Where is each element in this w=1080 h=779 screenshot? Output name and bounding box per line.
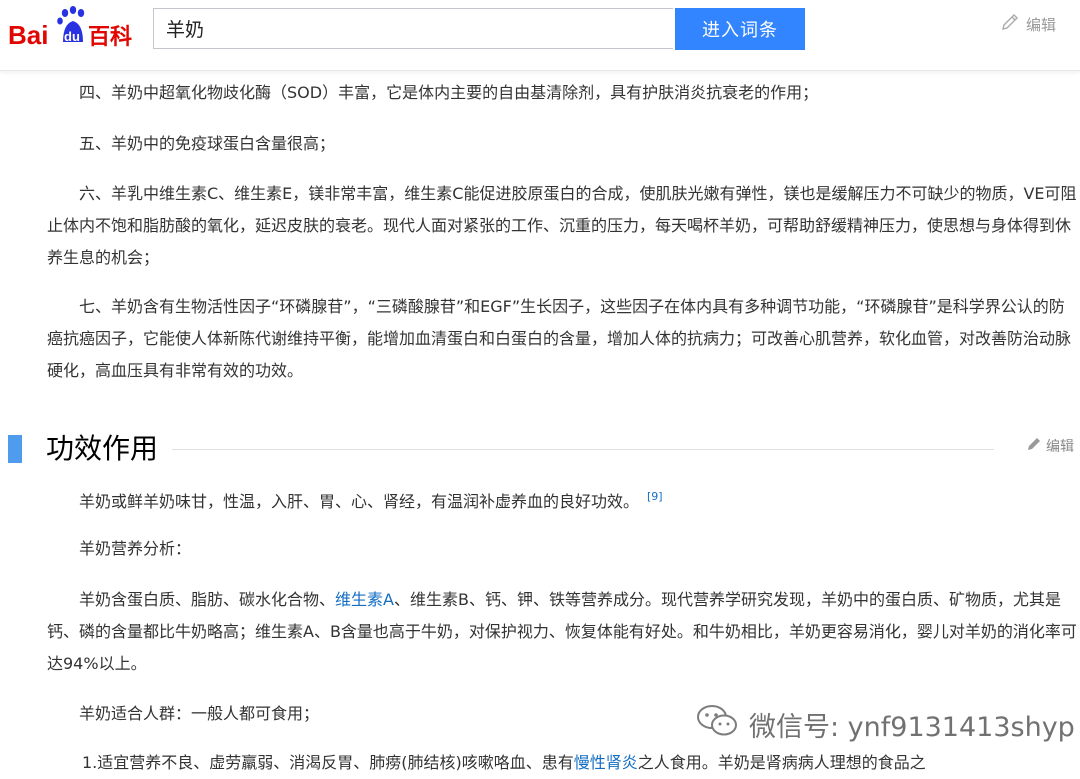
section-divider (172, 449, 994, 450)
search-input[interactable] (153, 8, 673, 49)
section-paragraph-1-text: 羊奶或鲜羊奶味甘，性温，入肝、胃、心、肾经，有温润补虚养血的良好功效。 (79, 492, 640, 511)
enter-entry-button[interactable]: 进入词条 (675, 8, 805, 50)
logo-baike: 百科 (88, 25, 132, 50)
section-title: 功效作用 (46, 432, 159, 465)
section-edit-label: 编辑 (1046, 439, 1074, 455)
watermark-text: 微信号: ynf9131413shyp (749, 711, 1075, 743)
p5-text-a: 1.适宜营养不良、虚劳羸弱、消渴反胃、肺痨(肺结核)咳嗽咯血、患有 (82, 753, 574, 772)
top-bar: Bai du 百科 进入词条 编辑 (0, 0, 1080, 71)
vitamin-a-link[interactable]: 维生素A (335, 590, 394, 609)
section-paragraph-5: 1.适宜营养不良、虚劳羸弱、消渴反胃、肺痨(肺结核)咳嗽咯血、患有慢性肾炎之人食… (82, 747, 1072, 779)
wechat-icon (695, 703, 739, 746)
reference-link[interactable]: [9] (647, 490, 663, 503)
section-edit-link[interactable]: 编辑 (1026, 436, 1074, 456)
section-paragraph-3: 羊奶含蛋白质、脂肪、碳水化合物、维生素A、维生素B、钙、钾、铁等营养成分。现代营… (47, 584, 1077, 680)
paragraph-5: 五、羊奶中的免疫球蛋白含量很高； (79, 134, 336, 153)
paragraph-7: 七、羊奶含有生物活性因子“环磷腺苷”，“三磷酸腺苷”和EGF”生长因子，这些因子… (47, 297, 1072, 380)
edit-link-top[interactable]: 编辑 (1000, 12, 1056, 36)
baidu-baike-logo[interactable]: Bai du 百科 (6, 4, 146, 54)
edit-label: 编辑 (1026, 15, 1057, 34)
p3-text-a: 羊奶含蛋白质、脂肪、碳水化合物、 (79, 590, 336, 609)
logo-du: du (64, 29, 80, 44)
wechat-watermark: 微信号: ynf9131413shyp (695, 700, 1075, 748)
section-heading: 功效作用 编辑 (0, 432, 1080, 482)
pencil-icon (1000, 12, 1020, 36)
logo-bai: Bai (8, 20, 48, 50)
p5-text-b: 之人食用。羊奶是肾病病人理想的食品之 (637, 753, 926, 772)
pencil-icon (1026, 436, 1042, 456)
section-paragraph-1: 羊奶或鲜羊奶味甘，性温，入肝、胃、心、肾经，有温润补虚养血的良好功效。 [9] (47, 481, 1077, 518)
paragraph-4: 四、羊奶中超氧化物歧化酶（SOD）丰富，它是体内主要的自由基清除剂，具有护肤消炎… (79, 83, 819, 102)
section-marker (8, 435, 22, 463)
chronic-nephritis-link[interactable]: 慢性肾炎 (574, 753, 638, 772)
section-paragraph-2: 羊奶营养分析： (79, 539, 192, 558)
paragraph-6: 六、羊乳中维生素C、维生素E，镁非常丰富，维生素C能促进胶原蛋白的合成，使肌肤光… (47, 184, 1077, 267)
